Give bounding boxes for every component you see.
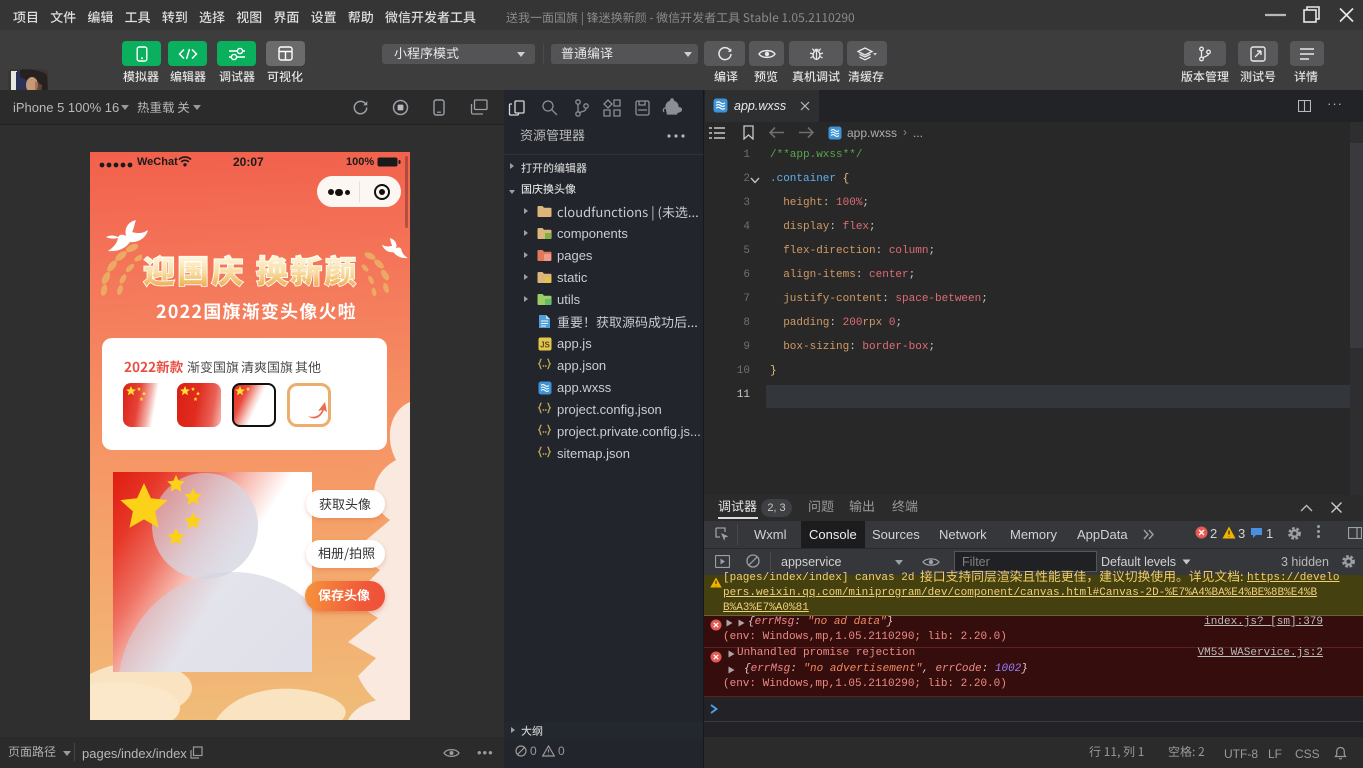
svg-text:JS: JS xyxy=(540,341,550,350)
